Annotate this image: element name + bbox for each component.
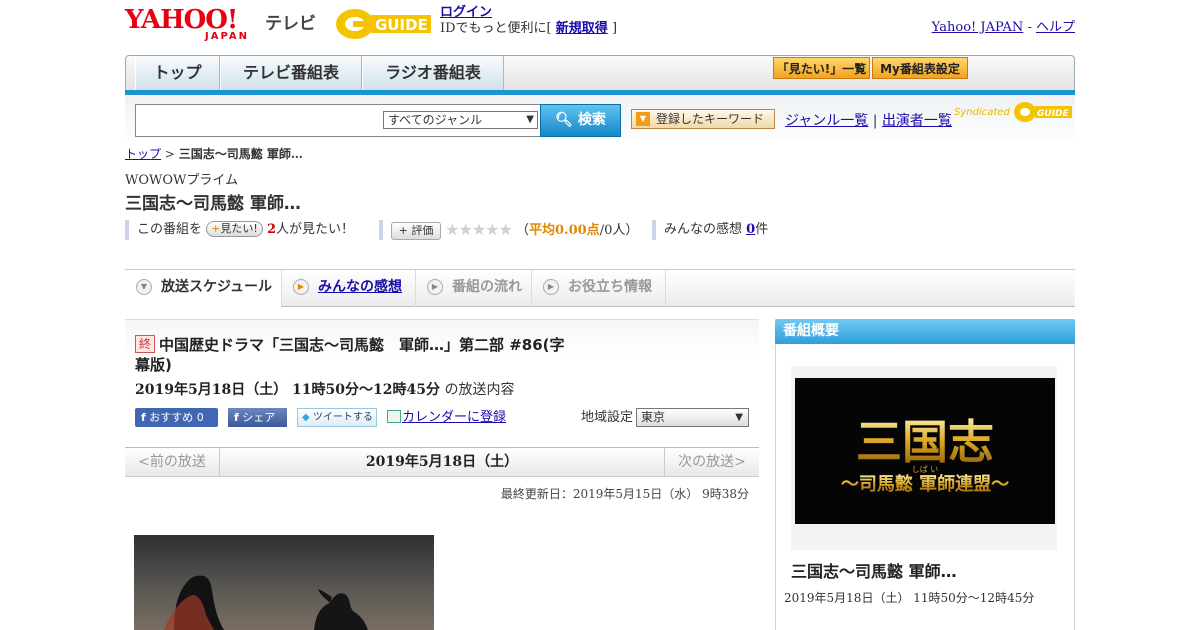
svg-text:～司馬懿 軍師連盟～: ～司馬懿 軍師連盟～ — [841, 473, 1009, 495]
login-link[interactable]: ログイン — [440, 5, 492, 20]
program-still-image — [134, 535, 434, 630]
sidebar-heading: 番組概要 — [775, 319, 1075, 344]
svg-text:GUIDE: GUIDE — [1037, 109, 1070, 119]
login-box: ログイン IDでもっと便利に[ 新規取得 ] — [440, 5, 618, 36]
final-episode-badge: 終 — [135, 335, 155, 353]
subtab-impressions[interactable]: ▶ みんなの感想 — [282, 270, 416, 307]
yahoo-japan-link[interactable]: Yahoo! JAPAN — [932, 20, 1024, 35]
program-summary-sidebar: 番組概要 三国志 しば い ～司馬懿 軍師連盟～ 三国志～司馬懿 軍師… 201… — [775, 319, 1075, 630]
area-select[interactable]: 東京 ▼ — [636, 408, 749, 427]
program-detail-panel: 中国歴史ドラマ「三国志～司馬懿 軍師…」第二部 #86(字幕版) 終 2019年… — [125, 319, 759, 630]
mitai-button[interactable]: +見たい! — [206, 221, 263, 237]
subtab-flow: ▶ 番組の流れ — [416, 270, 532, 307]
facebook-share-button[interactable]: f シェア — [228, 408, 287, 427]
dropdown-arrow-icon: ▼ — [526, 114, 534, 125]
chevron-right-icon: ▶ — [427, 279, 443, 295]
chevron-right-icon: ▶ — [543, 279, 559, 295]
tv-label[interactable]: テレビ — [265, 9, 316, 34]
sidebar-broadcast-time: 2019年5月18日（土） 11時50分～12時45分 — [784, 591, 1035, 605]
program-stats: この番組を +見たい! 2人が見たい！ + 評価 ★★★★★ （平均0.00点/… — [125, 220, 1075, 240]
title-logo-image: 三国志 しば い ～司馬懿 軍師連盟～ — [841, 415, 1009, 495]
header-links: Yahoo! JAPAN - ヘルプ — [931, 20, 1075, 35]
next-broadcast-button[interactable]: 次の放送> — [664, 448, 759, 477]
cast-list-link[interactable]: 出演者一覧 — [882, 113, 952, 129]
impressions-count-link[interactable]: 0 — [746, 222, 755, 237]
prev-broadcast-button[interactable]: <前の放送 — [125, 448, 220, 477]
breadcrumb-current: 三国志～司馬懿 軍師… — [178, 147, 303, 161]
facebook-recommend-button[interactable]: f おすすめ 0 — [135, 408, 218, 427]
svg-text:しば い: しば い — [912, 465, 939, 474]
search-bar: すべてのジャンル ▼ 🔍︎ 検索 ▼ 登録したキーワード ジャンル一覧 | 出演… — [125, 95, 1075, 139]
share-row: f おすすめ 0 f シェア ◆ ツイートする カレンダーに登録 地域設定 東京… — [135, 408, 749, 428]
area-label: 地域設定 — [581, 410, 634, 425]
calendar-register[interactable]: カレンダーに登録 — [387, 408, 506, 427]
evaluate-button[interactable]: + 評価 — [391, 222, 441, 240]
nav-tab-tv-schedule[interactable]: テレビ番組表 — [220, 56, 362, 90]
broadcast-time: 2019年5月18日（土） 11時50分～12時45分 の放送内容 — [135, 382, 515, 398]
triangle-down-icon: ▼ — [636, 112, 650, 126]
my-schedule-button[interactable]: My番組表設定 — [872, 57, 968, 79]
site-header: YAHOO! JAPAN テレビ GUIDE ログイン IDでもっと便利に[ 新… — [125, 5, 1075, 50]
svg-text:三国志: 三国志 — [856, 415, 994, 469]
impressions-stat: みんなの感想 0件 — [652, 220, 768, 240]
search-icon: 🔍︎ — [555, 112, 573, 128]
register-link[interactable]: 新規取得 — [556, 21, 608, 36]
genre-select[interactable]: すべてのジャンル ▼ — [383, 111, 538, 129]
dropdown-arrow-icon: ▼ — [735, 412, 743, 423]
genre-list-link[interactable]: ジャンル一覧 — [785, 113, 868, 129]
gguide-small-logo: GUIDE — [1014, 102, 1072, 122]
sidebar-program-title[interactable]: 三国志～司馬懿 軍師… — [791, 558, 957, 582]
plus-icon: + — [398, 224, 408, 237]
last-updated: 最終更新日：2019年5月15日（水） 9時38分 — [500, 487, 749, 501]
channel-name: WOWOWプライム — [125, 173, 239, 188]
twitter-bird-icon: ◆ — [302, 412, 310, 423]
calendar-register-link[interactable]: カレンダーに登録 — [402, 410, 506, 425]
breadcrumb: トップ > 三国志～司馬懿 軍師… — [125, 147, 303, 161]
current-broadcast-date: 2019年5月18日（土） — [365, 454, 519, 470]
main-nav: トップ テレビ番組表 ラジオ番組表 「見たい!」一覧 My番組表設定 — [125, 55, 1075, 92]
facebook-icon: f — [141, 411, 146, 424]
plus-icon: + — [211, 222, 221, 235]
program-full-title: 中国歴史ドラマ「三国志～司馬懿 軍師…」第二部 #86(字幕版) — [135, 336, 565, 374]
program-header: 中国歴史ドラマ「三国志～司馬懿 軍師…」第二部 #86(字幕版) 終 2019年… — [125, 319, 759, 446]
nav-tab-top[interactable]: トップ — [135, 56, 220, 90]
syndicated-gguide-badge: Syndicated GUIDE — [954, 101, 1073, 123]
search-button[interactable]: 🔍︎ 検索 — [540, 104, 621, 137]
gguide-logo[interactable]: GUIDE — [335, 7, 433, 41]
program-title-image: 三国志 しば い ～司馬懿 軍師連盟～ — [795, 378, 1055, 524]
facebook-icon: f — [234, 411, 239, 424]
rating-stars-icon: ★★★★★ — [445, 220, 513, 239]
mitai-list-button[interactable]: 「見たい!」一覧 — [773, 57, 870, 79]
mitai-stat: この番組を +見たい! 2人が見たい！ — [125, 220, 354, 240]
tweet-button[interactable]: ◆ ツイートする — [297, 408, 377, 427]
program-subtabs: ▼ 放送スケジュール ▶ みんなの感想 ▶ 番組の流れ ▶ お役立ち情報 — [125, 269, 1075, 308]
registered-keyword-button[interactable]: ▼ 登録したキーワード — [631, 109, 775, 129]
page-title: 三国志～司馬懿 軍師… — [125, 194, 301, 214]
subtab-useful-info: ▶ お役立ち情報 — [532, 270, 666, 307]
chevron-down-icon: ▼ — [136, 279, 152, 295]
help-link[interactable]: ヘルプ — [1036, 20, 1075, 35]
nav-tab-radio-schedule[interactable]: ラジオ番組表 — [362, 56, 504, 90]
chevron-right-icon: ▶ — [293, 279, 309, 295]
breadcrumb-top-link[interactable]: トップ — [125, 147, 161, 161]
calendar-icon — [387, 410, 401, 423]
subtab-schedule[interactable]: ▼ 放送スケジュール — [125, 270, 282, 308]
date-nav: <前の放送 2019年5月18日（土） 次の放送> — [125, 447, 759, 477]
silhouette-image — [164, 575, 368, 630]
rating-stat: + 評価 ★★★★★ （平均0.00点/0人） — [379, 220, 638, 240]
yahoo-japan-logo[interactable]: YAHOO! JAPAN — [125, 7, 249, 42]
search-links: ジャンル一覧 | 出演者一覧 — [785, 113, 952, 129]
svg-text:GUIDE: GUIDE — [375, 16, 428, 34]
